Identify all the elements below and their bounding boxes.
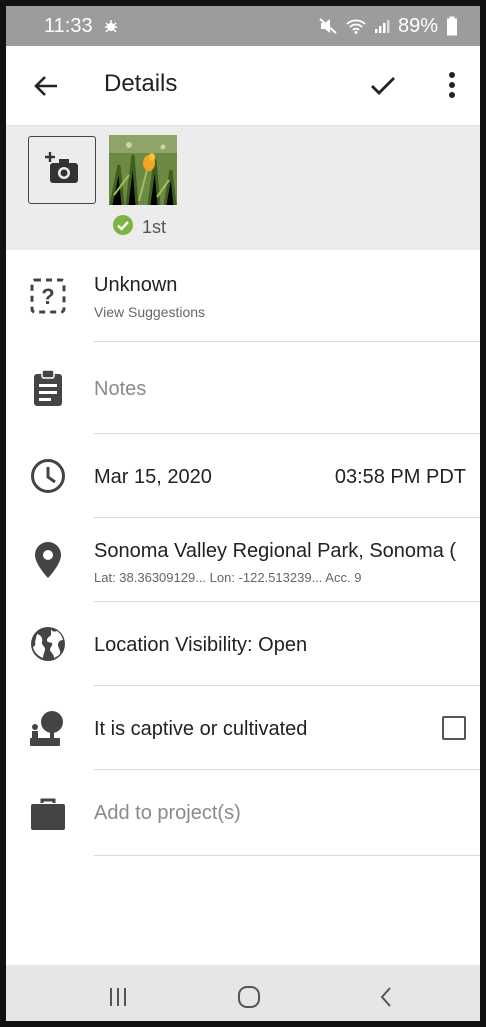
status-left: 11:33	[44, 15, 119, 38]
status-right: 89%	[318, 15, 458, 38]
wifi-icon	[346, 18, 366, 34]
first-photo-label: 1st	[142, 217, 167, 237]
map-pin-icon	[28, 540, 68, 580]
species-name: Unknown	[94, 274, 178, 296]
globe-icon	[28, 624, 68, 664]
notes-field[interactable]: Notes	[94, 378, 146, 401]
mute-icon	[318, 17, 338, 35]
briefcase-icon	[28, 794, 68, 834]
phone-screen: 11:33 89% Details 1st ? Unknown View Sug…	[0, 0, 486, 1027]
recent-apps-icon[interactable]	[103, 985, 133, 1009]
page-title: Details	[104, 70, 178, 97]
home-icon[interactable]	[234, 985, 264, 1009]
datetime-row[interactable]: Mar 15, 2020 03:58 PM PDT	[6, 434, 480, 518]
app-bar: Details	[6, 46, 480, 126]
add-photo-button[interactable]	[28, 136, 96, 204]
location-row[interactable]: Sonoma Valley Regional Park, Sonoma ( La…	[6, 518, 480, 602]
divider	[94, 855, 480, 856]
project-row[interactable]: Add to project(s)	[6, 770, 480, 856]
location-name: Sonoma Valley Regional Park, Sonoma (	[94, 540, 457, 562]
visibility-row[interactable]: Location Visibility: Open	[6, 602, 480, 686]
system-nav-bar	[6, 965, 480, 1021]
captive-checkbox[interactable]	[442, 716, 466, 740]
nav-back-icon[interactable]	[371, 985, 401, 1009]
clock-icon	[28, 456, 68, 496]
status-bar: 11:33 89%	[6, 6, 480, 46]
signal-icon	[374, 18, 390, 34]
add-to-project-field[interactable]: Add to project(s)	[94, 802, 241, 825]
observation-date[interactable]: Mar 15, 2020	[94, 466, 212, 489]
bug-icon	[103, 18, 119, 34]
back-arrow-icon[interactable]	[32, 72, 60, 100]
svg-text:?: ?	[41, 284, 54, 309]
notes-row[interactable]: Notes	[6, 342, 480, 434]
clipboard-icon	[28, 368, 68, 408]
unknown-species-icon: ?	[28, 276, 68, 316]
captive-row[interactable]: It is captive or cultivated	[6, 686, 480, 770]
battery-icon	[446, 16, 458, 36]
check-icon[interactable]	[368, 70, 398, 100]
add-camera-icon	[42, 150, 82, 191]
identification-row[interactable]: ? Unknown View Suggestions	[6, 250, 480, 342]
status-time: 11:33	[44, 14, 93, 37]
check-circle-icon	[112, 214, 134, 241]
first-photo-badge: 1st	[112, 214, 166, 241]
photo-thumbnail[interactable]	[109, 135, 177, 205]
location-coordinates: Lat: 38.36309129... Lon: -122.513239... …	[94, 570, 362, 585]
location-visibility: Location Visibility: Open	[94, 634, 308, 656]
battery-percent: 89%	[397, 14, 438, 37]
view-suggestions-link[interactable]: View Suggestions	[94, 304, 205, 320]
potted-plant-icon	[28, 708, 68, 748]
photo-strip: 1st	[6, 126, 480, 250]
captive-label: It is captive or cultivated	[94, 718, 308, 740]
more-vert-icon[interactable]	[442, 70, 462, 100]
observation-time[interactable]: 03:58 PM PDT	[335, 466, 466, 489]
